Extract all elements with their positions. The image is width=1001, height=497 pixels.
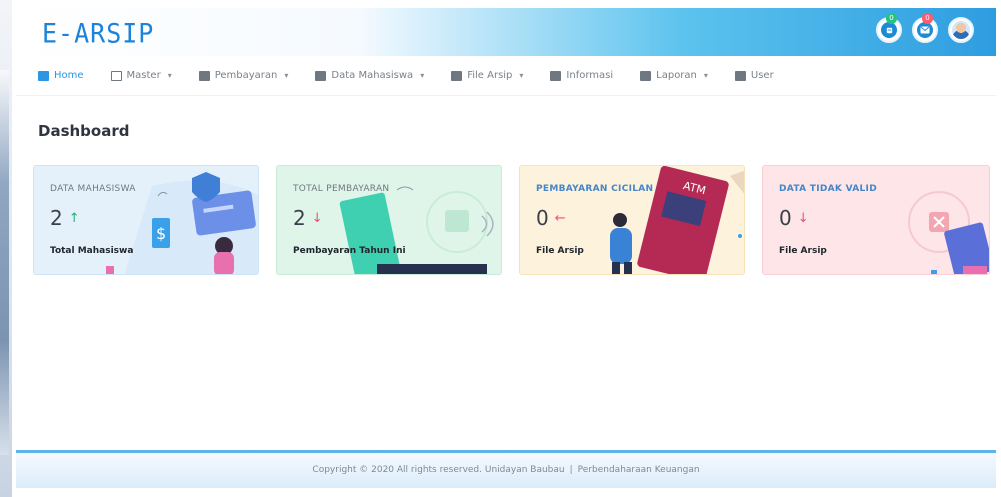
- user-avatar-button[interactable]: [948, 17, 974, 43]
- app-logo[interactable]: E-ARSIP: [42, 18, 154, 48]
- arrow-left-icon: ←: [554, 211, 566, 226]
- nav-master-label: Master: [126, 70, 161, 81]
- nav-file-arsip[interactable]: File Arsip ▾: [451, 70, 523, 81]
- footer-text: Copyright © 2020 All rights reserved. Un…: [16, 453, 996, 488]
- card-data-mahasiswa[interactable]: $ DATA MAHASISWA 2 ↑ Total Mahasiswa: [33, 165, 259, 275]
- info-icon: [550, 70, 562, 81]
- footer-separator: |: [569, 465, 573, 475]
- notifications-badge: 0: [886, 13, 897, 24]
- chevron-down-icon: ▾: [167, 71, 172, 80]
- page: E-ARSIP 0 0 Home Master ▾ Pembayaran ▾ D…: [0, 0, 1001, 497]
- stat-cards: $ DATA MAHASISWA 2 ↑ Total Mahasiswa TOT…: [33, 165, 990, 275]
- card-value: 2 ↓: [293, 206, 323, 230]
- card-caption: File Arsip: [536, 246, 584, 256]
- card-label: DATA MAHASISWA: [50, 184, 136, 194]
- master-icon: [110, 70, 122, 81]
- card-value: 0 ←: [536, 206, 566, 230]
- card-caption: Total Mahasiswa: [50, 246, 134, 256]
- nav-pembayaran-label: Pembayaran: [214, 70, 278, 81]
- nav-master[interactable]: Master ▾: [110, 70, 172, 81]
- home-icon: [38, 70, 49, 81]
- messages-button[interactable]: 0: [912, 13, 938, 43]
- card-value-number: 0: [779, 206, 792, 230]
- header-actions: 0 0: [876, 13, 974, 43]
- chevron-down-icon: ▾: [420, 71, 425, 80]
- footer-copyright: Copyright © 2020 All rights reserved. Un…: [312, 465, 565, 475]
- nav-home-label: Home: [54, 70, 84, 81]
- chevron-down-icon: ▾: [519, 71, 524, 80]
- bell-icon: [881, 22, 897, 38]
- nav-file-arsip-label: File Arsip: [467, 70, 513, 81]
- card-value-number: 2: [293, 206, 306, 230]
- nav-laporan-label: Laporan: [656, 70, 697, 81]
- nav-pembayaran[interactable]: Pembayaran ▾: [198, 70, 289, 81]
- nav-data-mahasiswa[interactable]: Data Mahasiswa ▾: [315, 70, 424, 81]
- nav-informasi[interactable]: Informasi: [550, 70, 613, 81]
- svg-text:$: $: [156, 224, 166, 243]
- card-pembayaran-cicilan[interactable]: ATM PEMBAYARAN CICILAN 0 ← File Arsip: [519, 165, 745, 275]
- archive-icon: [451, 70, 463, 81]
- card-caption: Pembayaran Tahun Ini: [293, 246, 406, 256]
- arrow-up-icon: ↑: [68, 211, 80, 226]
- arrow-down-icon: ↓: [311, 211, 323, 226]
- app-window: E-ARSIP 0 0 Home Master ▾ Pembayaran ▾ D…: [16, 8, 996, 488]
- report-icon: [640, 70, 652, 81]
- nav-user-label: User: [750, 70, 774, 81]
- chevron-down-icon: ▾: [703, 71, 708, 80]
- page-title: Dashboard: [38, 122, 130, 140]
- main-navbar: Home Master ▾ Pembayaran ▾ Data Mahasisw…: [16, 56, 996, 96]
- avatar: [952, 21, 970, 39]
- notifications-button[interactable]: 0: [876, 13, 902, 43]
- payment-icon: [198, 70, 210, 81]
- card-label: PEMBAYARAN CICILAN: [536, 184, 654, 194]
- arrow-down-icon: ↓: [797, 211, 809, 226]
- student-data-icon: [315, 70, 327, 81]
- card-data-tidak-valid[interactable]: DATA TIDAK VALID 0 ↓ File Arsip: [762, 165, 990, 275]
- card-value: 2 ↑: [50, 206, 80, 230]
- nav-informasi-label: Informasi: [566, 70, 614, 81]
- card-value: 0 ↓: [779, 206, 809, 230]
- card-caption: File Arsip: [779, 246, 827, 256]
- nav-user[interactable]: User: [734, 70, 774, 81]
- messages-badge: 0: [922, 13, 933, 24]
- nav-laporan[interactable]: Laporan ▾: [640, 70, 708, 81]
- footer: Copyright © 2020 All rights reserved. Un…: [16, 450, 996, 488]
- nav-data-mahasiswa-label: Data Mahasiswa: [331, 70, 414, 81]
- card-label: TOTAL PEMBAYARAN: [293, 184, 390, 194]
- envelope-icon: [917, 22, 933, 38]
- user-icon: [734, 70, 746, 81]
- nav-home[interactable]: Home: [38, 70, 84, 81]
- window-left-edge: [0, 0, 12, 497]
- card-label: DATA TIDAK VALID: [779, 184, 877, 194]
- top-header: E-ARSIP 0 0: [16, 8, 996, 56]
- card-value-number: 0: [536, 206, 549, 230]
- card-total-pembayaran[interactable]: TOTAL PEMBAYARAN 2 ↓ Pembayaran Tahun Ini: [276, 165, 502, 275]
- card-value-number: 2: [50, 206, 63, 230]
- footer-department: Perbendaharaan Keuangan: [577, 465, 700, 475]
- chevron-down-icon: ▾: [284, 71, 289, 80]
